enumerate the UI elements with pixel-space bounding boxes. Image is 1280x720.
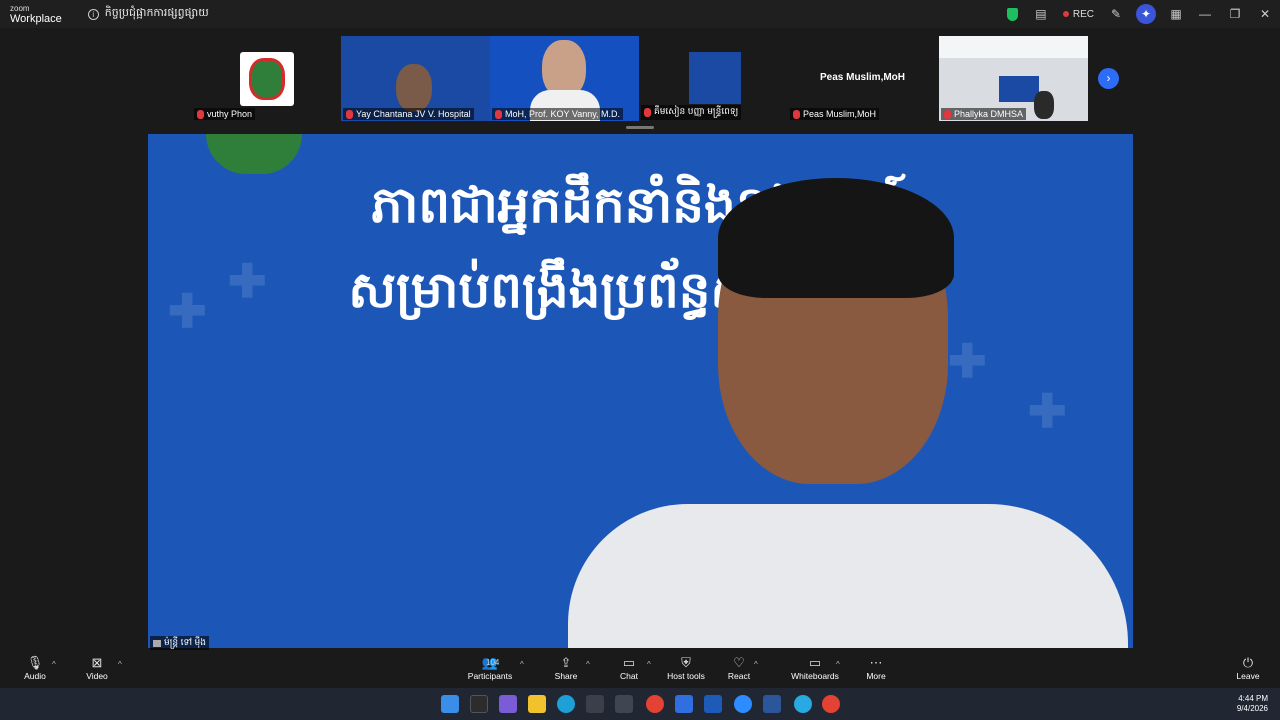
brand-bottom: Workplace	[10, 13, 62, 25]
share-button[interactable]: ⇪ Share	[552, 654, 580, 681]
app-icon[interactable]	[675, 695, 693, 713]
share-screen-icon: ⇪	[560, 655, 572, 670]
system-clock[interactable]: 4:44 PM 9/4/2026	[1237, 694, 1268, 714]
host-tools-label: Host tools	[667, 671, 705, 681]
participant-name: MoH, Prof. KOY Vanny, M.D.	[505, 109, 621, 119]
copilot-icon[interactable]	[499, 695, 517, 713]
meeting-controls: 🎙 Audio ^ ⊠ Video ^ 👥 104 Participants ^ …	[0, 650, 1280, 688]
react-label: React	[727, 671, 751, 681]
mic-off-icon	[644, 108, 651, 117]
signal-bars-icon	[153, 640, 161, 647]
whiteboards-button[interactable]: ▭ Whiteboards	[790, 654, 840, 681]
title-bar: zoom Workplace i កិច្ចប្រជុំផ្អាកការផ្សព…	[0, 0, 1280, 28]
chat-icon: ▭	[622, 655, 636, 670]
windows-taskbar: 4:44 PM 9/4/2026	[0, 688, 1280, 720]
participant-tile[interactable]: vuthy Phon	[192, 36, 341, 121]
close-button[interactable]: ✕	[1250, 0, 1280, 28]
audio-label: Audio	[24, 671, 46, 681]
participant-name: Phallyka DMHSA	[954, 109, 1024, 119]
participants-count: 104	[486, 658, 500, 667]
speaker-video	[568, 178, 1128, 648]
mic-off-icon	[346, 109, 353, 119]
restore-button[interactable]: ❐	[1220, 0, 1250, 28]
participant-name: Yay Chantana JV V. Hospital	[356, 109, 471, 119]
leave-button[interactable]: ⏻ Leave	[1234, 654, 1262, 681]
ministry-logo	[240, 52, 294, 106]
participant-name: គឹមសៀន បញ្ញា មន្ទ្រីពេទ្យ	[654, 106, 739, 116]
speaker-name: ម៉ន្ត្រី ទៅ ម៉ឹង	[164, 637, 206, 647]
more-button[interactable]: ⋯ More	[862, 654, 890, 681]
notes-icon[interactable]: ▤	[1027, 0, 1055, 28]
telegram-icon[interactable]	[794, 695, 812, 713]
chrome-icon[interactable]	[822, 695, 840, 713]
ai-companion-icon[interactable]: ✦	[1136, 4, 1156, 24]
whiteboards-label: Whiteboards	[791, 671, 839, 681]
clock-date: 9/4/2026	[1236, 704, 1268, 713]
mic-off-icon	[793, 109, 800, 119]
edge-browser-icon[interactable]	[557, 695, 575, 713]
annotate-pen-icon[interactable]: ✎	[1102, 0, 1130, 28]
host-shield-icon: ⛨	[681, 655, 691, 670]
info-icon[interactable]: i	[87, 8, 99, 20]
participant-name: vuthy Phon	[207, 109, 253, 119]
participant-center-name: Peas Muslim,MoH	[819, 72, 906, 83]
participant-tile[interactable]: MoH, Prof. KOY Vanny, M.D.	[490, 36, 639, 121]
participant-tile[interactable]: Phallyka DMHSA	[939, 36, 1088, 121]
rec-label: REC	[1072, 8, 1094, 20]
zoom-app-icon[interactable]	[734, 695, 752, 713]
participant-name: Peas Muslim,MoH	[803, 109, 877, 119]
microsoft-store-icon[interactable]	[586, 695, 604, 713]
zoom-logo: zoom Workplace	[10, 4, 62, 25]
leave-icon: ⏻	[1242, 655, 1254, 670]
more-dots-icon: ⋯	[869, 655, 883, 670]
participant-tile[interactable]: គឹមសៀន បញ្ញា មន្ទ្រីពេទ្យ	[639, 36, 788, 121]
meeting-title: កិច្ចប្រជុំផ្អាកការផ្សព្វផ្សាយ	[104, 7, 209, 19]
chrome-icon[interactable]	[646, 695, 664, 713]
outlook-icon[interactable]	[704, 695, 722, 713]
camera-off-icon: ⊠	[91, 655, 103, 670]
app-icon[interactable]	[615, 695, 633, 713]
meeting-info[interactable]: i កិច្ចប្រជុំផ្អាកការផ្សព្វផ្សាយ	[87, 6, 209, 22]
audio-button[interactable]: 🎙 Audio	[20, 654, 50, 681]
whiteboard-icon: ▭	[808, 655, 822, 670]
react-button[interactable]: ♡ React	[725, 654, 753, 681]
apps-icon[interactable]: ▦	[1162, 0, 1190, 28]
main-video: ✚ ✚ ✚ ✚ ភាពជាអ្នកដឹកនាំនិងនវានុវត្តន៍ សម…	[148, 134, 1133, 648]
heart-icon: ♡	[733, 655, 745, 670]
participant-tile[interactable]: Yay Chantana JV V. Hospital	[341, 36, 490, 121]
widgets-icon[interactable]	[470, 695, 488, 713]
chat-button[interactable]: ▭ Chat	[616, 654, 642, 681]
record-dot-icon	[1062, 11, 1069, 17]
mic-off-icon	[197, 109, 204, 119]
start-windows-icon[interactable]	[441, 695, 459, 713]
slide-logo	[206, 134, 302, 174]
mic-muted-icon: 🎙	[26, 655, 44, 670]
security-shield-icon[interactable]	[999, 0, 1027, 28]
video-label: Video	[86, 671, 108, 681]
leave-label: Leave	[1236, 671, 1260, 681]
participants-icon: 👥 104	[481, 655, 500, 670]
share-label: Share	[554, 671, 578, 681]
video-button[interactable]: ⊠ Video	[82, 654, 112, 681]
participant-tile[interactable]: Peas Muslim,MoH Peas Muslim,MoH	[788, 36, 937, 121]
strip-resize-handle[interactable]	[626, 126, 654, 129]
minimize-button[interactable]: —	[1190, 0, 1220, 28]
file-explorer-icon[interactable]	[528, 695, 546, 713]
mic-off-icon	[944, 109, 951, 119]
chat-label: Chat	[620, 671, 638, 681]
mic-off-icon	[495, 109, 502, 119]
next-page-arrow-icon[interactable]: ›	[1098, 68, 1119, 89]
word-icon[interactable]	[763, 695, 781, 713]
recording-indicator[interactable]: REC	[1062, 8, 1094, 20]
speaker-name-label: ម៉ន្ត្រី ទៅ ម៉ឹង	[150, 636, 209, 651]
host-tools-button[interactable]: ⛨ Host tools	[666, 654, 706, 681]
participants-label: Participants	[467, 671, 513, 681]
more-label: More	[866, 671, 886, 681]
clock-time: 4:44 PM	[1238, 694, 1268, 703]
participants-button[interactable]: 👥 104 Participants	[466, 654, 514, 681]
